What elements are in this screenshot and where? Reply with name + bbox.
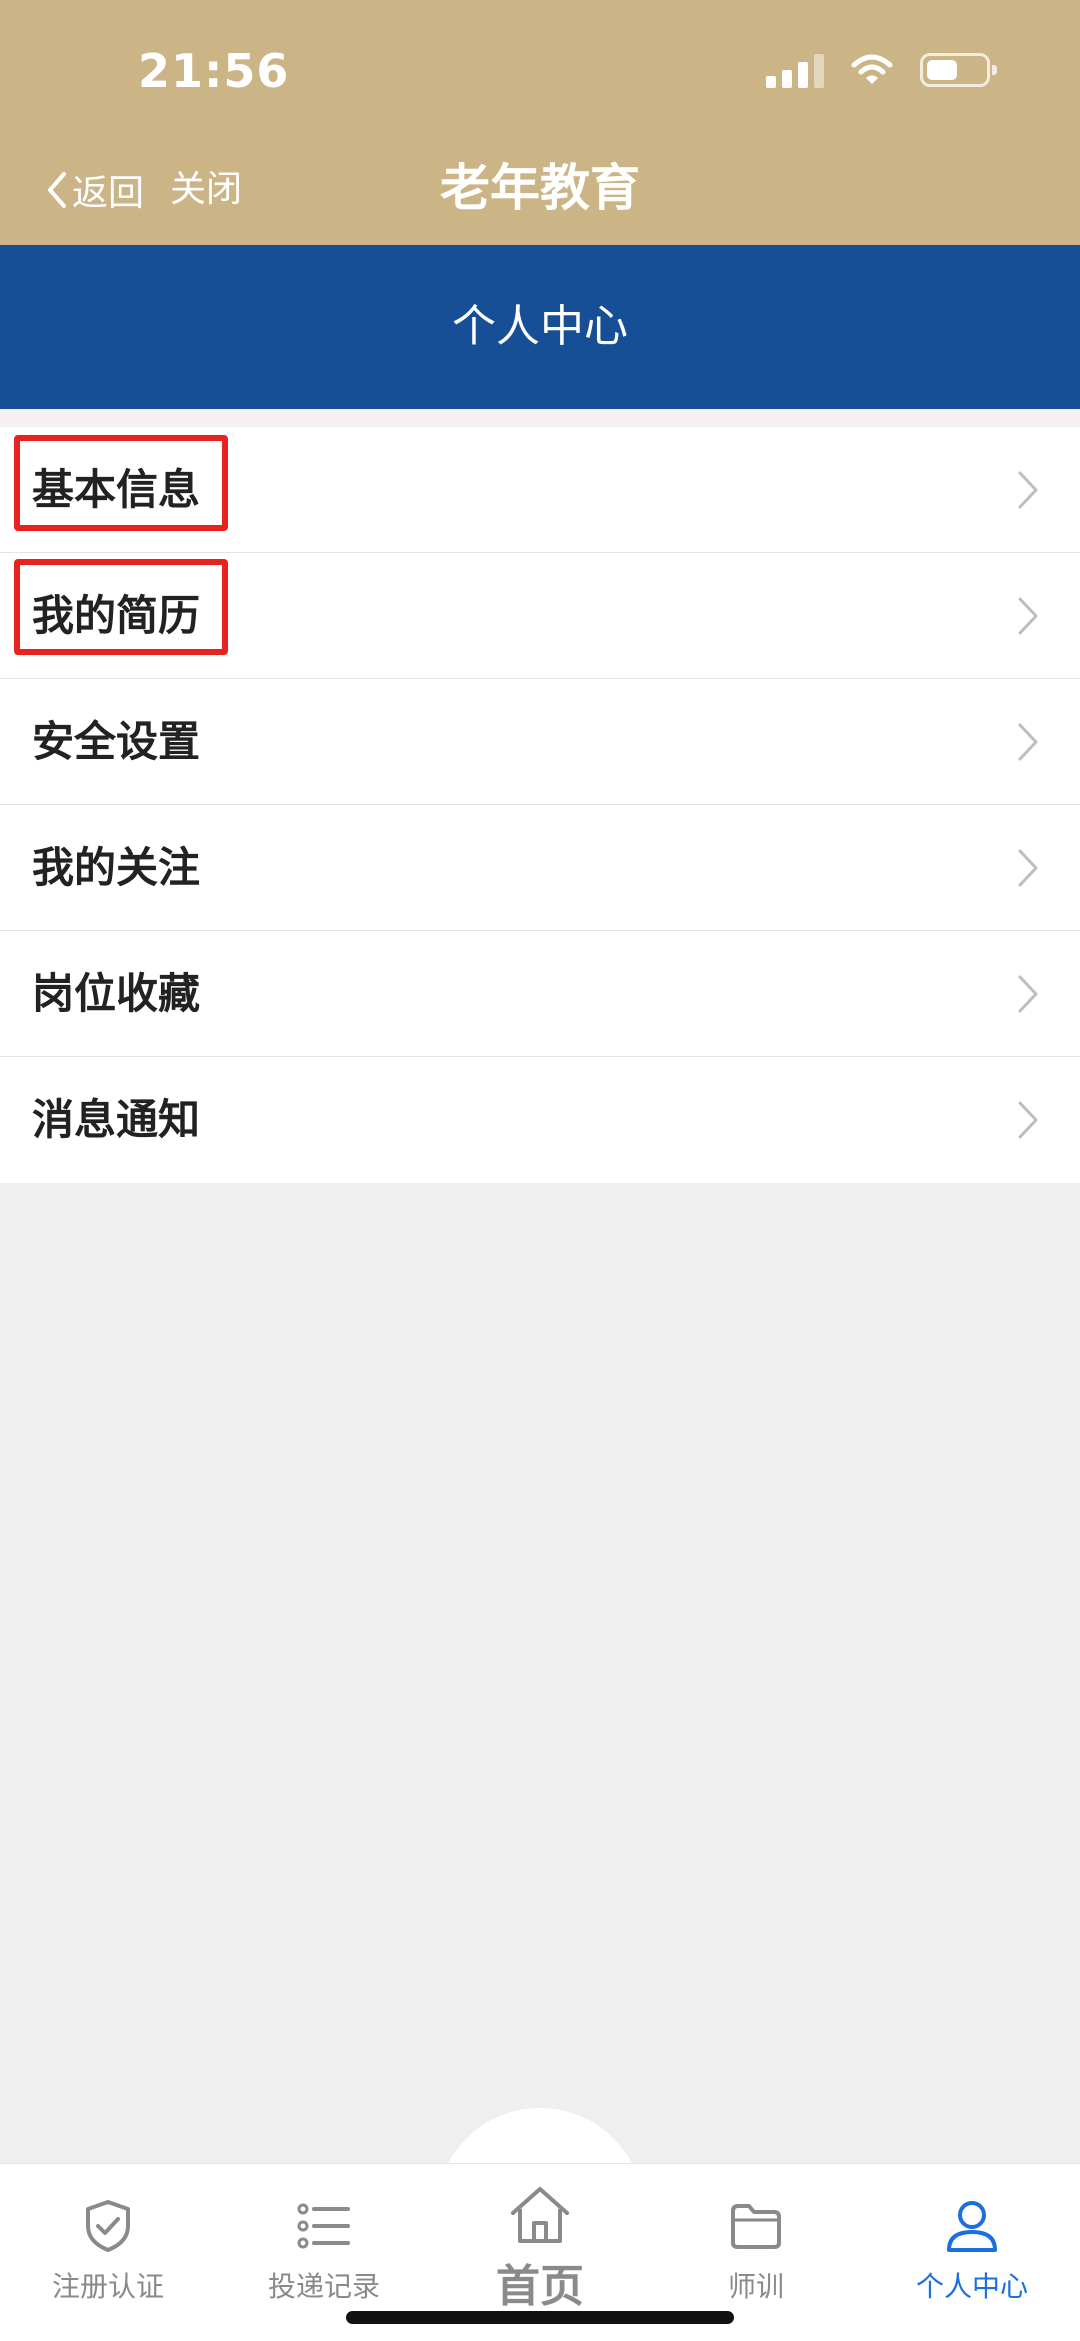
divider	[0, 409, 1080, 427]
menu-item-label: 我的简历	[32, 591, 201, 640]
chevron-right-icon	[1018, 849, 1038, 887]
tab-label: 首页	[496, 2261, 584, 2312]
menu-item-label: 安全设置	[32, 717, 201, 766]
menu-item-basic-info[interactable]: 基本信息	[0, 427, 1080, 553]
close-button[interactable]: 关闭	[170, 160, 242, 220]
signal-icon	[766, 52, 824, 88]
chevron-right-icon	[1018, 723, 1038, 761]
list-icon	[297, 2203, 350, 2249]
shield-check-icon	[86, 2200, 130, 2252]
user-icon	[947, 2201, 997, 2252]
battery-icon	[920, 53, 997, 87]
tab-label: 个人中心	[915, 2270, 1028, 2303]
menu-item-job-favorites[interactable]: 岗位收藏	[0, 931, 1080, 1057]
page-header: 个人中心	[0, 245, 1080, 409]
menu-item-security-settings[interactable]: 安全设置	[0, 679, 1080, 805]
tab-label: 投递记录	[267, 2270, 380, 2303]
chevron-right-icon	[1018, 597, 1038, 635]
tab-register-verify[interactable]: 注册认证	[0, 2195, 216, 2305]
menu-item-my-follows[interactable]: 我的关注	[0, 805, 1080, 931]
tab-label: 师训	[727, 2270, 784, 2303]
menu-item-label: 我的关注	[32, 843, 201, 892]
top-bar: 21:56 返回 关闭 老年教育	[0, 0, 1080, 245]
menu-item-label: 消息通知	[32, 1095, 201, 1144]
nav-title: 老年教育	[440, 159, 640, 217]
tab-delivery-records[interactable]: 投递记录	[216, 2195, 432, 2305]
chevron-right-icon	[1018, 1101, 1038, 1139]
screen: 21:56 返回 关闭 老年教育 个人中心 基本信息 我的简历 安全设置 我的关…	[0, 0, 1080, 2341]
chevron-right-icon	[1018, 975, 1038, 1013]
wifi-icon	[851, 54, 893, 84]
back-button[interactable]: 返回	[44, 160, 144, 220]
menu-item-notifications[interactable]: 消息通知	[0, 1057, 1080, 1183]
menu-item-label: 岗位收藏	[32, 969, 201, 1018]
tab-personal-center[interactable]: 个人中心	[864, 2195, 1080, 2305]
page-title: 个人中心	[452, 301, 628, 352]
tab-teacher-training[interactable]: 师训	[648, 2195, 864, 2305]
home-icon	[511, 2187, 569, 2243]
menu-item-my-resume[interactable]: 我的简历	[0, 553, 1080, 679]
tab-home[interactable]: 首页	[432, 2180, 648, 2314]
status-icons	[766, 52, 997, 88]
home-indicator	[346, 2311, 734, 2324]
chevron-left-icon	[48, 172, 66, 208]
status-time: 21:56	[138, 44, 290, 98]
back-label: 返回	[72, 173, 145, 214]
chevron-right-icon	[1018, 471, 1038, 509]
folder-icon	[731, 2204, 781, 2249]
tab-label: 注册认证	[51, 2270, 164, 2303]
settings-menu: 基本信息 我的简历 安全设置 我的关注 岗位收藏 消息通知	[0, 427, 1080, 1183]
menu-item-label: 基本信息	[32, 465, 201, 514]
